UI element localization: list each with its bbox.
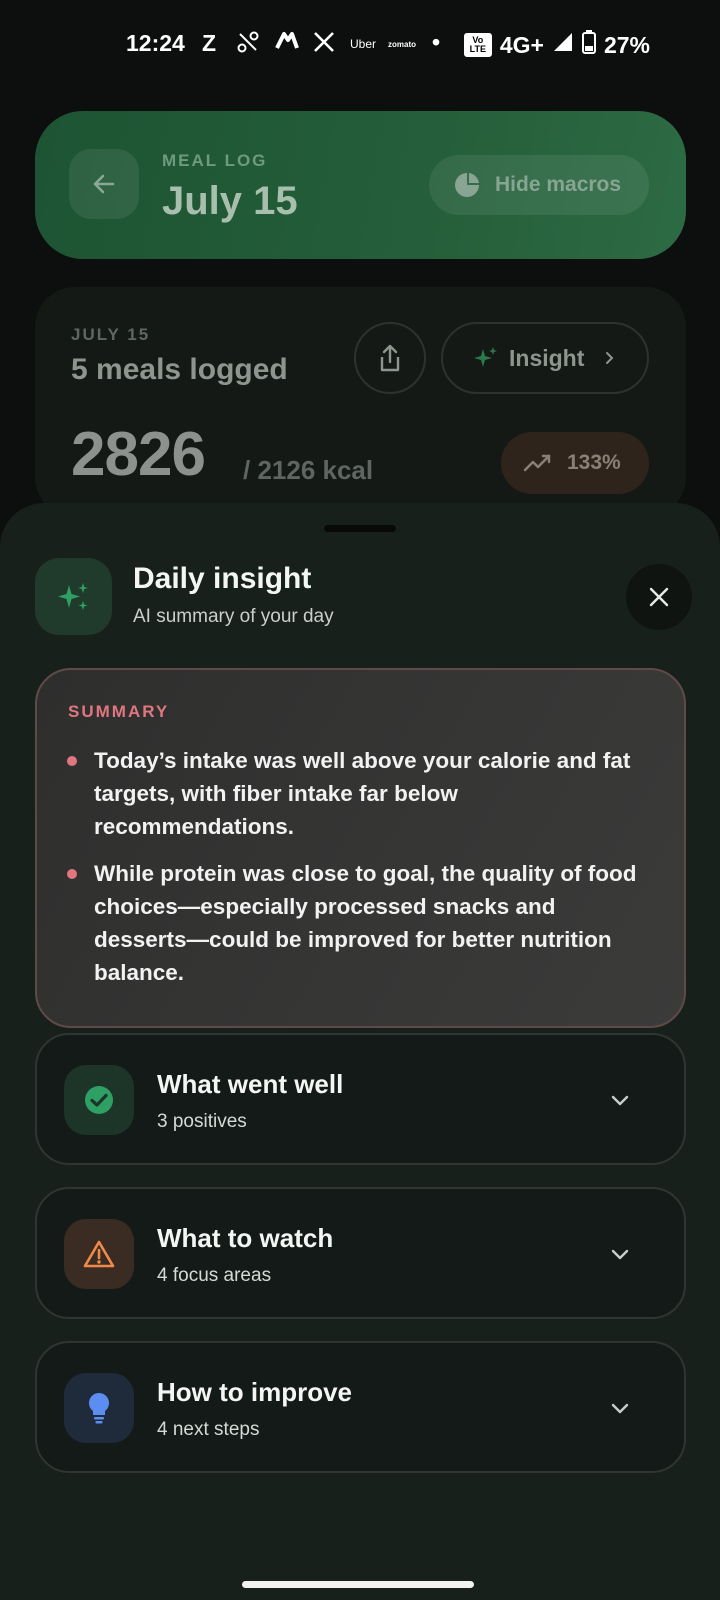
close-icon [649,587,669,607]
summary-point: While protein was close to goal, the qua… [67,857,654,989]
meal-log-label: MEAL LOG [162,151,268,170]
chevron-right-icon [606,352,614,364]
hide-macros-button[interactable]: Hide macros [429,155,649,215]
calorie-goal: / 2126 kcal [243,455,374,485]
accordion-what-went-well[interactable]: What went well 3 positives [35,1033,686,1165]
share-icon [380,344,400,372]
sheet-drag-handle[interactable] [324,525,396,532]
summary-point-text: While protein was close to goal, the qua… [94,861,637,985]
how-to-improve-badge [64,1373,134,1443]
back-button[interactable] [69,149,139,219]
summary-point-text: Today’s intake was well above your calor… [94,748,631,839]
close-button[interactable] [626,564,692,630]
trending-up-icon [523,454,551,472]
sheet-subtitle: AI summary of your day [133,606,334,627]
pie-chart-icon [455,173,479,197]
summary-date: JULY 15 [71,325,151,344]
share-button[interactable] [354,322,426,394]
meals-logged-count: 5 meals logged [71,353,288,386]
summary-point: Today’s intake was well above your calor… [67,744,654,843]
lightbulb-icon [89,1393,109,1424]
insight-label: Insight [509,344,585,371]
accordion-subtitle: 4 focus areas [157,1265,272,1286]
sparkle-icon [57,582,88,610]
summary-label: SUMMARY [68,702,170,721]
page-title: July 15 [162,179,298,223]
accordion-title: How to improve [157,1377,353,1407]
check-circle-icon [85,1086,113,1114]
day-summary-card: JULY 15 5 meals logged Insight 2826 / 21… [35,287,686,517]
chevron-down-icon [605,1239,635,1269]
summary-section: SUMMARY Today’s intake was well above yo… [35,668,686,1028]
accordion-what-to-watch[interactable]: What to watch 4 focus areas [35,1187,686,1319]
chevron-down-icon [605,1085,635,1115]
sheet-title: Daily insight [133,562,312,595]
what-to-watch-badge [64,1219,134,1289]
insight-sparkle-badge [35,558,112,635]
accordion-subtitle: 4 next steps [157,1419,260,1440]
meal-log-header: MEAL LOG July 15 Hide macros [35,111,686,259]
what-went-well-badge [64,1065,134,1135]
warning-icon [83,1240,115,1268]
accordion-subtitle: 3 positives [157,1111,247,1132]
sparkle-icon [474,347,497,367]
calories-consumed: 2826 [71,420,206,489]
accordion-how-to-improve[interactable]: How to improve 4 next steps [35,1341,686,1473]
chevron-down-icon [605,1393,635,1423]
bullet-dot [67,756,77,766]
arrow-left-icon [93,174,115,194]
accordion-title: What went well [157,1069,344,1099]
insight-button[interactable]: Insight [441,322,649,394]
daily-insight-sheet: Daily insight AI summary of your day SUM… [0,503,720,1600]
calorie-percent-badge: 133% [501,432,649,494]
hide-macros-label: Hide macros [495,173,622,196]
calorie-percent: 133% [567,451,621,474]
bullet-dot [67,869,77,879]
accordion-title: What to watch [157,1223,334,1253]
home-indicator[interactable] [242,1581,474,1588]
